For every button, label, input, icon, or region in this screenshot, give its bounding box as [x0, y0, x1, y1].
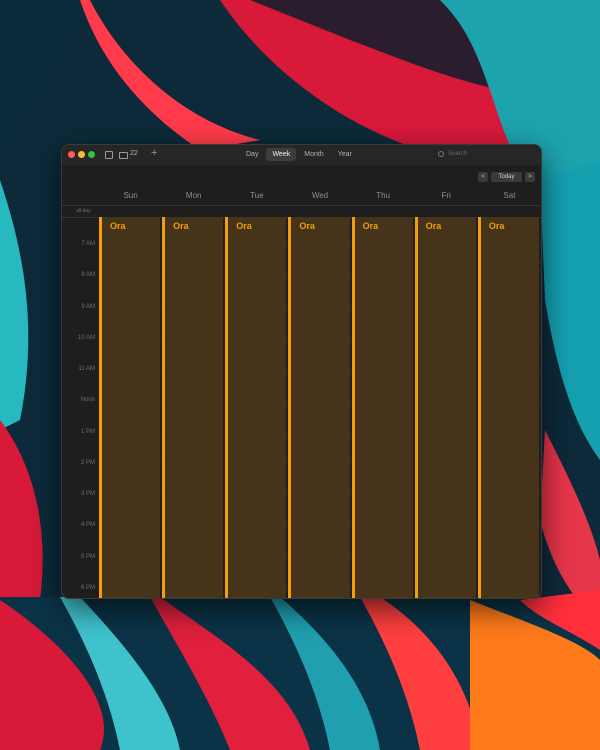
all-day-label: all-day	[76, 208, 91, 214]
time-label: 4 PM	[80, 522, 95, 528]
tab-month[interactable]: Month	[298, 148, 329, 161]
event-title: Ora	[299, 221, 315, 231]
previous-week-button[interactable]: <	[478, 172, 488, 182]
event-fri[interactable]: Ora	[414, 217, 476, 598]
week-events: Ora Ora Ora Ora Ora Ora Ora	[99, 217, 541, 598]
minimize-window-button[interactable]	[78, 151, 85, 158]
event-sun[interactable]: Ora	[99, 217, 161, 598]
tab-day[interactable]: Day	[240, 148, 264, 161]
event-mon[interactable]: Ora	[162, 217, 224, 598]
time-label: 10 AM	[77, 335, 95, 341]
time-label: 5 PM	[80, 554, 95, 560]
time-label: 3 PM	[80, 491, 95, 497]
event-sat[interactable]: Ora	[477, 217, 539, 598]
event-title: Ora	[173, 221, 189, 231]
day-header-mon[interactable]: Mon	[162, 189, 225, 203]
close-window-button[interactable]	[68, 151, 75, 158]
tab-year[interactable]: Year	[332, 148, 358, 161]
time-label: 11 AM	[78, 366, 95, 372]
zoom-window-button[interactable]	[88, 151, 95, 158]
day-header-sun[interactable]: Sun	[99, 189, 162, 203]
inbox-count[interactable]: 22	[130, 150, 138, 157]
search-placeholder: Search	[448, 151, 468, 157]
event-title: Ora	[110, 221, 126, 231]
time-label: 2 PM	[80, 460, 95, 466]
day-header-thu[interactable]: Thu	[352, 189, 415, 203]
date-navigation: < Today >	[478, 172, 535, 182]
time-label: 9 AM	[81, 304, 95, 310]
time-label: Noon	[80, 397, 95, 403]
next-week-button[interactable]: >	[525, 172, 535, 182]
calendar-list-icon[interactable]	[105, 151, 113, 159]
tab-week[interactable]: Week	[266, 148, 297, 161]
title-bar: 22 + Day Week Month Year Search	[62, 145, 541, 165]
search-icon	[438, 151, 444, 157]
day-header-sat[interactable]: Sat	[478, 189, 541, 203]
calendar-window: 22 + Day Week Month Year Search < Today …	[61, 144, 542, 599]
day-headers: Sun Mon Tue Wed Thu Fri Sat	[99, 189, 541, 203]
event-title: Ora	[236, 221, 252, 231]
time-label: 7 AM	[81, 241, 95, 247]
time-label: 1 PM	[80, 429, 95, 435]
event-thu[interactable]: Ora	[351, 217, 413, 598]
day-header-wed[interactable]: Wed	[288, 189, 351, 203]
time-label: 8 AM	[81, 272, 95, 278]
event-tue[interactable]: Ora	[225, 217, 287, 598]
event-wed[interactable]: Ora	[288, 217, 350, 598]
event-title: Ora	[488, 221, 505, 231]
view-switcher: Day Week Month Year	[240, 148, 358, 161]
event-title: Ora	[362, 221, 379, 231]
event-title: Ora	[425, 221, 442, 231]
inbox-icon[interactable]	[119, 152, 128, 159]
add-event-button[interactable]: +	[151, 147, 157, 159]
search-field[interactable]: Search	[435, 149, 531, 160]
today-button[interactable]: Today	[491, 172, 522, 182]
day-header-tue[interactable]: Tue	[225, 189, 288, 203]
day-header-fri[interactable]: Fri	[415, 189, 478, 203]
time-label: 6 PM	[80, 585, 95, 591]
